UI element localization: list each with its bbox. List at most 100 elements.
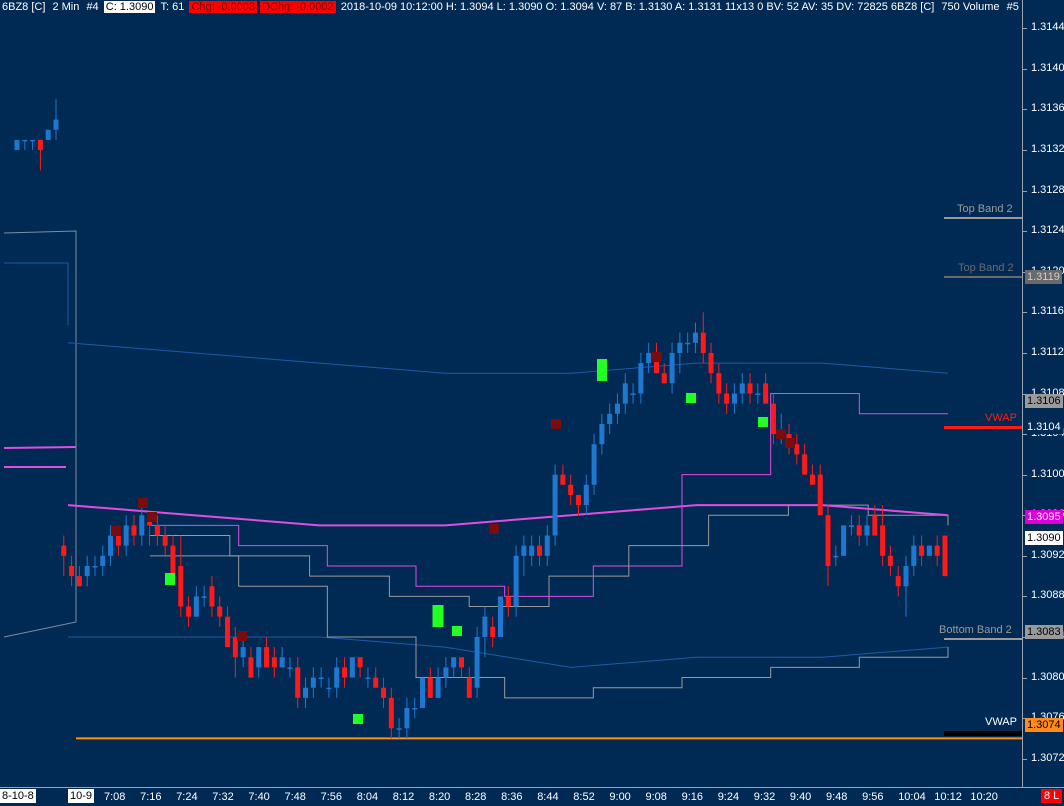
candle-body — [536, 545, 542, 556]
candle-body — [170, 545, 176, 577]
time-axis[interactable]: 7:08 7:16 7:24 7:32 7:40 7:48 7:56 8:04 8:12 8:20… — [0, 787, 1064, 806]
signal-marker-darkred — [551, 419, 561, 429]
candle-body — [638, 363, 644, 394]
price-tick-mark — [1023, 352, 1027, 354]
time-tick-label: 7:40 — [248, 791, 270, 803]
bottom-band-2-line — [944, 638, 1022, 640]
candle-body — [84, 565, 90, 577]
candle-body — [287, 667, 293, 669]
pre-session-gray-line — [3, 230, 77, 638]
candle-body — [404, 707, 410, 729]
candlestick-plot[interactable] — [0, 0, 1022, 787]
candle-body — [677, 342, 683, 353]
candle-body — [708, 352, 714, 374]
candle-body — [685, 342, 691, 345]
signal-marker-green — [165, 573, 175, 585]
candle-body — [591, 444, 597, 485]
price-tick-mark — [1023, 758, 1027, 760]
signal-marker-darkred — [776, 429, 786, 439]
top-band-2-value-tag: 1.3119 — [1025, 270, 1062, 284]
price-tick-label: 1.3080 — [1031, 670, 1064, 683]
candle-body — [162, 535, 168, 546]
candle-body — [646, 352, 652, 364]
candle-body — [373, 677, 379, 688]
signal-marker-darkred — [489, 524, 499, 534]
candle-body — [154, 525, 160, 536]
candle-body — [139, 515, 145, 536]
time-tick-label: 9:24 — [717, 791, 740, 803]
candle-body — [186, 606, 192, 617]
vwap-black-line — [944, 731, 1022, 736]
candle-body — [256, 647, 262, 668]
candle-body — [482, 616, 488, 637]
candle-body — [864, 525, 870, 536]
signal-marker-green — [686, 393, 696, 403]
candle-body — [310, 677, 316, 688]
candle-body — [451, 657, 457, 668]
price-tick-mark — [1023, 596, 1027, 598]
candle-body — [459, 657, 465, 668]
candle-body — [466, 677, 472, 698]
candle-body — [825, 515, 831, 566]
candle-body — [661, 373, 667, 384]
time-tick-label: 7:32 — [212, 791, 234, 803]
price-tick-mark — [1023, 474, 1027, 476]
vwap-black-label: VWAP — [985, 716, 1017, 728]
price-tick-label: 1.3092 — [1031, 548, 1064, 561]
time-tick-label: 8:44 — [537, 791, 559, 803]
candle-body — [700, 332, 706, 353]
price-tick-mark — [1023, 109, 1027, 111]
price-tick-mark — [1023, 68, 1027, 70]
candle-body — [474, 636, 480, 688]
candle-body — [381, 687, 387, 698]
candle-body — [599, 423, 605, 445]
candle-body — [739, 383, 745, 394]
candle-body — [942, 535, 948, 577]
signal-marker-darkred — [237, 631, 247, 641]
signal-marker-darkred — [138, 498, 148, 508]
candles-group — [14, 99, 948, 739]
candle-body — [880, 525, 886, 556]
outer-lower-band — [68, 636, 949, 668]
candle-body — [131, 525, 137, 536]
signal-marker-green — [432, 605, 444, 627]
indicator-lines — [3, 230, 1022, 740]
candle-body — [303, 687, 309, 698]
candle-body — [872, 515, 878, 536]
time-tick-label: 7:16 — [140, 791, 162, 803]
time-tick-label: 9:48 — [826, 791, 848, 803]
price-tick-label: 1.3124 — [1031, 224, 1064, 237]
candle-body — [92, 565, 98, 568]
candle-body — [529, 545, 535, 556]
corner-tag: 8 L — [1041, 789, 1063, 803]
candle-body — [412, 707, 418, 710]
candle-body — [911, 545, 917, 566]
candle-body — [614, 403, 620, 414]
candle-body — [115, 535, 121, 546]
candle-body — [848, 525, 854, 527]
vwap-line — [67, 504, 949, 527]
candle-body — [318, 677, 324, 680]
vwap-red-value-tag: 1.3104 — [1025, 420, 1063, 434]
date-start-label: 8-10-8 — [0, 789, 36, 803]
time-tick-label: 9:32 — [753, 791, 776, 803]
bottom-band-2-value-tag: 1.3083 — [1025, 625, 1063, 639]
candle-body — [248, 657, 254, 678]
candle-body — [388, 697, 394, 729]
candle-body — [926, 545, 932, 556]
time-tick-label: 7:48 — [284, 791, 306, 803]
candle-body — [568, 484, 574, 495]
price-tick-label: 1.3100 — [1031, 467, 1064, 480]
time-tick-label: 8:52 — [573, 791, 595, 803]
candle-body — [225, 616, 231, 648]
candle-body — [895, 576, 901, 587]
time-tick-label: 8:04 — [356, 791, 379, 803]
candle-body — [61, 545, 67, 556]
price-tick-label: 1.3128 — [1031, 183, 1064, 196]
candle-body — [552, 474, 558, 536]
pre-session-blue-line — [4, 262, 69, 325]
candle-body — [443, 667, 449, 678]
candle-body — [427, 677, 433, 698]
signal-marker-green — [758, 417, 768, 427]
time-tick-label: 9:16 — [681, 791, 704, 803]
